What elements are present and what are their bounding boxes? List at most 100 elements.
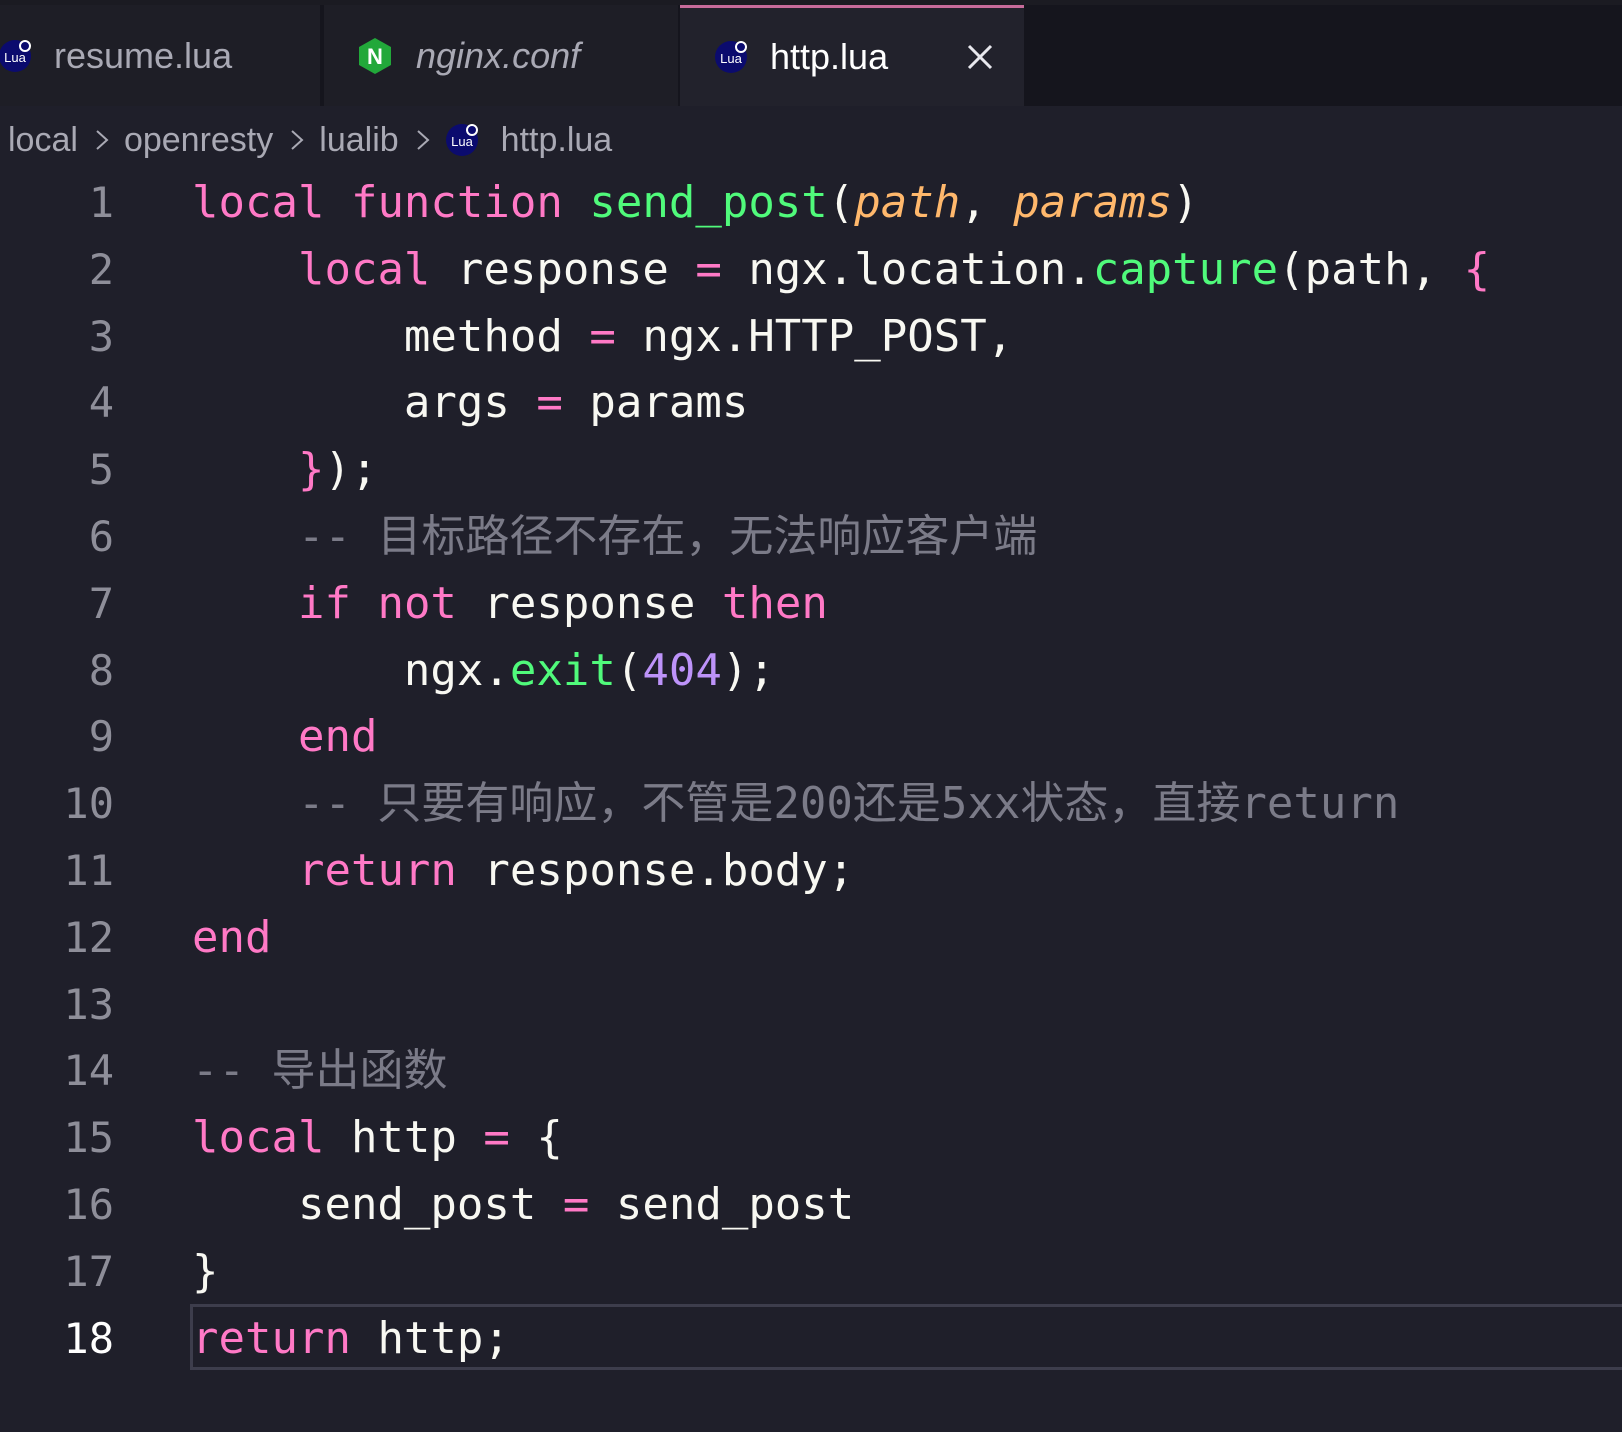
- tab-label: http.lua: [770, 36, 889, 77]
- breadcrumb-lualib[interactable]: lualib: [319, 121, 398, 160]
- code-token: {: [509, 1112, 563, 1164]
- code-token: exit: [509, 644, 616, 696]
- code-text: -- 只要有响应，不管是200还是5xx状态，直接return: [192, 769, 1399, 838]
- code-token: =: [589, 310, 616, 362]
- line-number: 4: [88, 378, 114, 428]
- line-number: 18: [63, 1313, 114, 1363]
- code-line[interactable]: 2 local response = ngx.location.capture(…: [0, 235, 1622, 304]
- code-token: response.body;: [456, 845, 855, 896]
- code-token: send_post: [589, 177, 828, 228]
- svg-text:Lua: Lua: [451, 134, 473, 149]
- code-line[interactable]: 9 end: [0, 702, 1622, 771]
- chevron-right-icon: [416, 130, 430, 150]
- line-number: 9: [88, 712, 114, 762]
- code-line[interactable]: 11 return response.body;: [0, 836, 1622, 905]
- code-text: if not response then: [192, 569, 828, 638]
- svg-text:N: N: [367, 44, 383, 69]
- code-line[interactable]: 12 end: [0, 903, 1622, 972]
- code-text: local response = ngx.location.capture(pa…: [192, 235, 1490, 304]
- code-line[interactable]: 7 if not response then: [0, 569, 1622, 638]
- code-line[interactable]: 8 ngx.exit(404);: [0, 636, 1622, 705]
- code-token: method: [192, 310, 590, 362]
- code-token: params: [562, 377, 749, 429]
- line-number: 16: [63, 1180, 114, 1229]
- code-token: if: [297, 577, 351, 629]
- code-token: end: [297, 711, 378, 763]
- code-token: ngx.HTTP_POST,: [615, 310, 1014, 362]
- code-line[interactable]: 15 local http = {: [0, 1103, 1622, 1172]
- code-token: send_post: [192, 1179, 563, 1230]
- code-editor[interactable]: 1 local function send_post(path, params) 2…: [0, 168, 1622, 1432]
- code-token: =: [695, 243, 722, 295]
- code-text: return http;: [192, 1304, 510, 1373]
- code-token: ): [1172, 177, 1199, 228]
- tab-http-lua[interactable]: Lua http.lua: [680, 5, 1024, 106]
- lua-file-icon: Lua: [714, 40, 748, 74]
- chevron-right-icon: [291, 130, 304, 150]
- code-token: not: [377, 577, 457, 629]
- line-number: 17: [63, 1246, 114, 1296]
- code-line[interactable]: 14 -- 导出函数: [0, 1036, 1622, 1105]
- code-text: send_post = send_post: [192, 1170, 854, 1239]
- code-token: local: [192, 1112, 325, 1164]
- breadcrumb-local[interactable]: local: [8, 121, 78, 160]
- code-text: local function send_post(path, params): [192, 168, 1199, 237]
- code-token: params: [1013, 177, 1173, 228]
- tab-resume-lua[interactable]: Lua resume.lua: [0, 5, 322, 106]
- line-number: 14: [63, 1046, 114, 1096]
- code-token: =: [562, 1179, 590, 1230]
- tab-nginx-conf[interactable]: N nginx.conf: [324, 5, 678, 106]
- tab-label: resume.lua: [54, 34, 233, 76]
- code-token: 404: [642, 644, 722, 696]
- line-number: 15: [63, 1113, 114, 1163]
- code-token: -- 导出函数: [192, 1045, 448, 1097]
- code-line[interactable]: 16 send_post = send_post: [0, 1170, 1622, 1239]
- code-text: ngx.exit(404);: [192, 636, 775, 705]
- code-token: capture: [1092, 243, 1279, 295]
- svg-text:Lua: Lua: [720, 51, 742, 66]
- code-text: method = ngx.HTTP_POST,: [192, 302, 1013, 371]
- code-line[interactable]: 5 });: [0, 435, 1622, 504]
- code-token: response: [456, 577, 722, 629]
- code-token: local: [297, 243, 431, 295]
- breadcrumb: local openresty lualib Lua http.lua: [8, 112, 612, 168]
- code-token: function: [350, 177, 563, 228]
- code-line[interactable]: 6 -- 目标路径不存在，无法响应客户端: [0, 502, 1622, 571]
- line-number: 13: [63, 979, 114, 1029]
- code-line[interactable]: 1 local function send_post(path, params): [0, 168, 1622, 237]
- code-token: end: [192, 911, 272, 963]
- chevron-right-icon: [96, 130, 109, 150]
- breadcrumb-openresty[interactable]: openresty: [124, 121, 273, 160]
- code-token: then: [721, 577, 828, 629]
- code-line[interactable]: 10 -- 只要有响应，不管是200还是5xx状态，直接return: [0, 769, 1622, 838]
- code-token: =: [536, 377, 563, 429]
- code-token: -- 目标路径不存在，无法响应客户端: [192, 511, 1038, 562]
- code-line[interactable]: 3 method = ngx.HTTP_POST,: [0, 302, 1622, 371]
- code-line[interactable]: 13: [0, 970, 1622, 1039]
- breadcrumb-http-lua[interactable]: http.lua: [501, 121, 613, 160]
- line-number: 8: [88, 645, 114, 695]
- code-text: end: [192, 903, 271, 972]
- code-token: (: [615, 644, 643, 696]
- code-token: =: [483, 1112, 510, 1164]
- code-token: args: [192, 377, 537, 429]
- code-token: }: [192, 1245, 219, 1297]
- code-token: );: [324, 444, 378, 496]
- close-icon[interactable]: [964, 41, 996, 73]
- code-token: local: [192, 177, 325, 228]
- code-line[interactable]: 18 return http;: [0, 1303, 1622, 1373]
- code-line[interactable]: 4 args = params: [0, 368, 1622, 437]
- line-number: 6: [88, 512, 114, 561]
- code-token: response: [430, 243, 696, 295]
- code-token: ,: [960, 177, 1014, 228]
- code-token: {: [1463, 243, 1491, 295]
- code-line[interactable]: 17}: [0, 1237, 1622, 1306]
- lua-file-icon: Lua: [445, 123, 479, 157]
- code-text: });: [192, 435, 377, 504]
- code-text: }: [192, 1237, 219, 1306]
